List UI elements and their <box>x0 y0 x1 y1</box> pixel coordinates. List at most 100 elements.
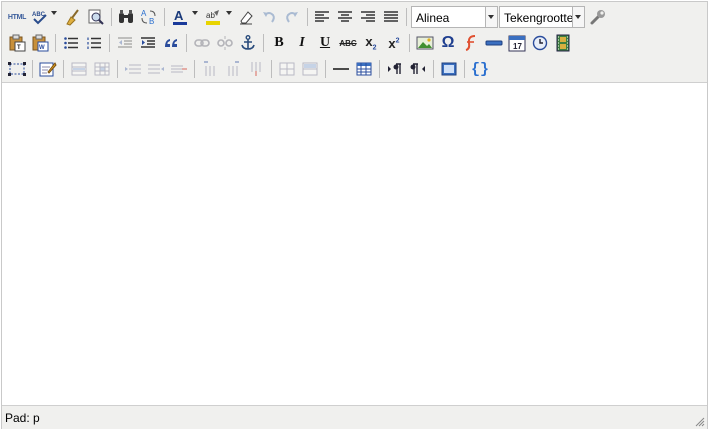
numbered-list-icon <box>87 37 101 49</box>
resize-grip-icon[interactable] <box>695 417 705 427</box>
anchor-button[interactable] <box>237 32 259 54</box>
remove-format-button[interactable] <box>235 6 257 28</box>
format-select-arrow[interactable] <box>485 7 497 27</box>
insert-date-button[interactable]: 17 <box>506 32 528 54</box>
align-right-button[interactable] <box>357 6 379 28</box>
rtl-button[interactable] <box>407 58 429 80</box>
insert-image-button[interactable] <box>414 32 436 54</box>
col-after-button[interactable] <box>222 58 244 80</box>
replace-button[interactable]: AB <box>138 6 160 28</box>
toolbar-separator <box>307 8 308 26</box>
toolbar-separator <box>325 60 326 78</box>
fontsize-select[interactable]: Tekengrootte <box>499 6 585 28</box>
bold-button[interactable]: B <box>268 32 290 54</box>
horizontal-line-button[interactable] <box>483 32 505 54</box>
film-icon <box>556 34 570 52</box>
bullet-list-button[interactable] <box>60 32 82 54</box>
text-color-button[interactable]: A <box>169 6 191 28</box>
text-color-dropdown-arrow[interactable] <box>192 11 198 15</box>
preview-button[interactable] <box>85 6 107 28</box>
unlink-button[interactable] <box>214 32 236 54</box>
underline-button[interactable]: U <box>314 32 336 54</box>
spellcheck-dropdown-arrow[interactable] <box>51 11 57 15</box>
edit-css-button[interactable] <box>37 58 59 80</box>
insert-table-button[interactable] <box>353 58 375 80</box>
delete-row-button[interactable] <box>168 58 190 80</box>
row-props-button[interactable] <box>68 58 90 80</box>
merge-cells-button[interactable] <box>299 58 321 80</box>
rtl-direction-icon <box>410 63 425 74</box>
rich-text-editor: HTML ABC AB A ab Alinea Tekengrootte T W… <box>1 1 708 429</box>
anchor-icon <box>241 35 255 50</box>
table-cell-props-icon <box>94 62 110 76</box>
toolbar-separator <box>117 60 118 78</box>
insert-media-button[interactable] <box>552 32 574 54</box>
binoculars-icon <box>119 10 133 23</box>
background-color-dropdown-arrow[interactable] <box>226 11 232 15</box>
find-button[interactable] <box>115 6 137 28</box>
split-cells-button[interactable] <box>276 58 298 80</box>
paste-text-button[interactable]: T <box>6 32 28 54</box>
col-before-button[interactable] <box>199 58 221 80</box>
underline-icon: U <box>319 35 331 50</box>
align-justify-button[interactable] <box>380 6 402 28</box>
hr-icon <box>485 40 503 46</box>
format-select[interactable]: Alinea <box>411 6 498 28</box>
link-icon <box>194 39 210 47</box>
numbered-list-button[interactable] <box>83 32 105 54</box>
strikethrough-button[interactable]: ABC <box>337 32 359 54</box>
spellcheck-button[interactable]: ABC <box>29 6 51 28</box>
visual-aid-button[interactable] <box>6 58 28 80</box>
row-insert-after-icon <box>148 64 164 74</box>
col-delete-icon <box>251 62 261 76</box>
toolbar-separator <box>194 60 195 78</box>
element-path: Pad: p <box>5 411 40 425</box>
fontsize-select-arrow[interactable] <box>572 7 584 27</box>
toolbar-separator <box>186 34 187 52</box>
background-color-button[interactable]: ab <box>202 6 224 28</box>
outdent-button[interactable] <box>114 32 136 54</box>
toolbar-separator <box>409 34 410 52</box>
toolbar-separator <box>406 8 407 26</box>
html-source-button[interactable]: HTML <box>6 6 28 28</box>
redo-button[interactable] <box>281 6 303 28</box>
cell-props-button[interactable] <box>91 58 113 80</box>
align-center-button[interactable] <box>334 6 356 28</box>
split-cells-icon <box>279 62 295 76</box>
undo-button[interactable] <box>258 6 280 28</box>
row-after-button[interactable] <box>145 58 167 80</box>
col-insert-before-icon <box>204 61 215 76</box>
undo-icon <box>263 12 275 23</box>
editor-toolbar: HTML ABC AB A ab Alinea Tekengrootte T W… <box>2 2 707 83</box>
table-row-props-icon <box>71 62 87 76</box>
row-delete-icon <box>171 65 187 73</box>
special-char-button[interactable]: Ω <box>437 32 459 54</box>
superscript-button[interactable]: x2 <box>383 32 405 54</box>
omega-icon: Ω <box>441 34 455 51</box>
editor-content-area[interactable] <box>2 83 707 405</box>
code-button[interactable]: {} <box>469 58 491 80</box>
eraser-icon <box>240 11 253 25</box>
col-insert-after-icon <box>228 61 239 76</box>
insert-time-button[interactable] <box>529 32 551 54</box>
delete-col-button[interactable] <box>245 58 267 80</box>
align-left-button[interactable] <box>311 6 333 28</box>
cleanup-button[interactable] <box>62 6 84 28</box>
subscript-base: x <box>365 34 373 50</box>
hr-plain-button[interactable] <box>330 58 352 80</box>
link-button[interactable] <box>191 32 213 54</box>
blockquote-button[interactable] <box>160 32 182 54</box>
ltr-button[interactable] <box>384 58 406 80</box>
settings-button[interactable] <box>587 6 609 28</box>
paste-word-button[interactable]: W <box>29 32 51 54</box>
indent-button[interactable] <box>137 32 159 54</box>
toolbar-separator <box>109 34 110 52</box>
italic-button[interactable]: I <box>291 32 313 54</box>
flash-button[interactable] <box>460 32 482 54</box>
align-center-icon <box>338 11 352 22</box>
svg-text:17: 17 <box>513 42 522 51</box>
subscript-button[interactable]: x2 <box>360 32 382 54</box>
fullscreen-button[interactable] <box>438 58 460 80</box>
row-before-button[interactable] <box>122 58 144 80</box>
edit-style-icon <box>39 62 57 77</box>
